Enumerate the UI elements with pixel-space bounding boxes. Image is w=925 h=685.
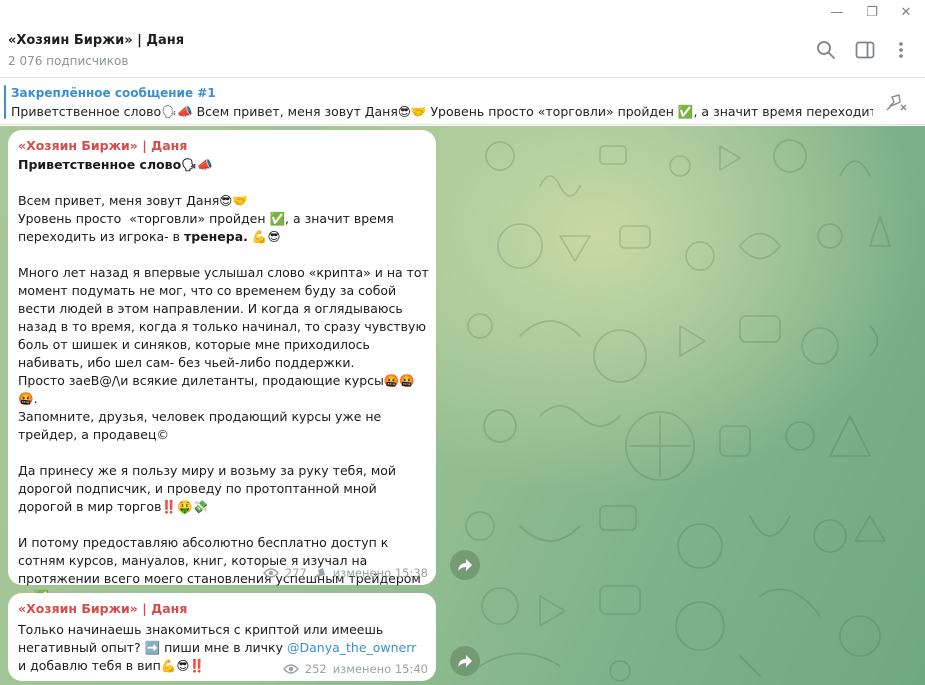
message-meta: 277 изменено 15:38: [262, 566, 428, 580]
message-bubble[interactable]: «Хозяин Биржи» | Даня Приветственное сло…: [8, 130, 436, 604]
edited-timestamp: изменено 15:40: [332, 662, 428, 676]
eye-icon: [282, 664, 299, 674]
message-sender[interactable]: «Хозяин Биржи» | Даня: [18, 601, 187, 616]
sidebar-toggle-icon[interactable]: [853, 38, 877, 62]
eye-icon: [262, 568, 279, 578]
close-button[interactable]: ✕: [889, 0, 923, 24]
message-meta: 252 изменено 15:40: [282, 662, 428, 676]
share-icon[interactable]: [450, 550, 480, 580]
chat-title[interactable]: «Хозяин Биржи» | Даня: [8, 33, 184, 48]
message-paragraph: Да принесу же я пользу миру и возьму за …: [18, 463, 400, 514]
message-emoji: 💪😎: [247, 229, 281, 244]
view-count: 252: [304, 662, 327, 676]
pinned-title: Закреплённое сообщение #1: [11, 86, 216, 100]
message-paragraph: Много лет назад я впервые услышал слово …: [18, 265, 429, 442]
subscriber-count: 2 076 подписчиков: [8, 54, 129, 68]
pinned-preview-text: Приветственное слово🗣📣 Всем привет, меня…: [11, 104, 873, 119]
edited-timestamp: изменено 15:38: [332, 566, 428, 580]
pin-icon: [313, 568, 325, 580]
username-link[interactable]: @Danya_the_ownerr: [287, 640, 416, 655]
message-text: Приветственное слово🗣📣 Всем привет, меня…: [18, 156, 430, 606]
pinned-message-bar[interactable]: Закреплённое сообщение #1 Приветственное…: [0, 79, 925, 125]
maximize-button[interactable]: ❐: [855, 0, 889, 24]
message-bubble[interactable]: «Хозяин Биржи» | Даня Только начинаешь з…: [8, 593, 436, 681]
unpin-icon[interactable]: [884, 91, 908, 113]
window-titlebar: — ❐ ✕: [0, 0, 925, 24]
search-icon[interactable]: [814, 38, 838, 62]
chat-area: «Хозяин Биржи» | Даня Приветственное сло…: [0, 126, 925, 685]
message-heading: Приветственное слово🗣📣: [18, 157, 213, 172]
pinned-accent-bar: [4, 85, 6, 119]
view-count: 277: [284, 566, 307, 580]
message-sender[interactable]: «Хозяин Биржи» | Даня: [18, 138, 187, 153]
more-vertical-icon[interactable]: [889, 38, 913, 62]
minimize-button[interactable]: —: [820, 0, 854, 24]
share-icon[interactable]: [450, 646, 480, 676]
message-bold-word: тренера.: [183, 229, 248, 244]
chat-header: «Хозяин Биржи» | Даня 2 076 подписчиков: [0, 24, 925, 78]
